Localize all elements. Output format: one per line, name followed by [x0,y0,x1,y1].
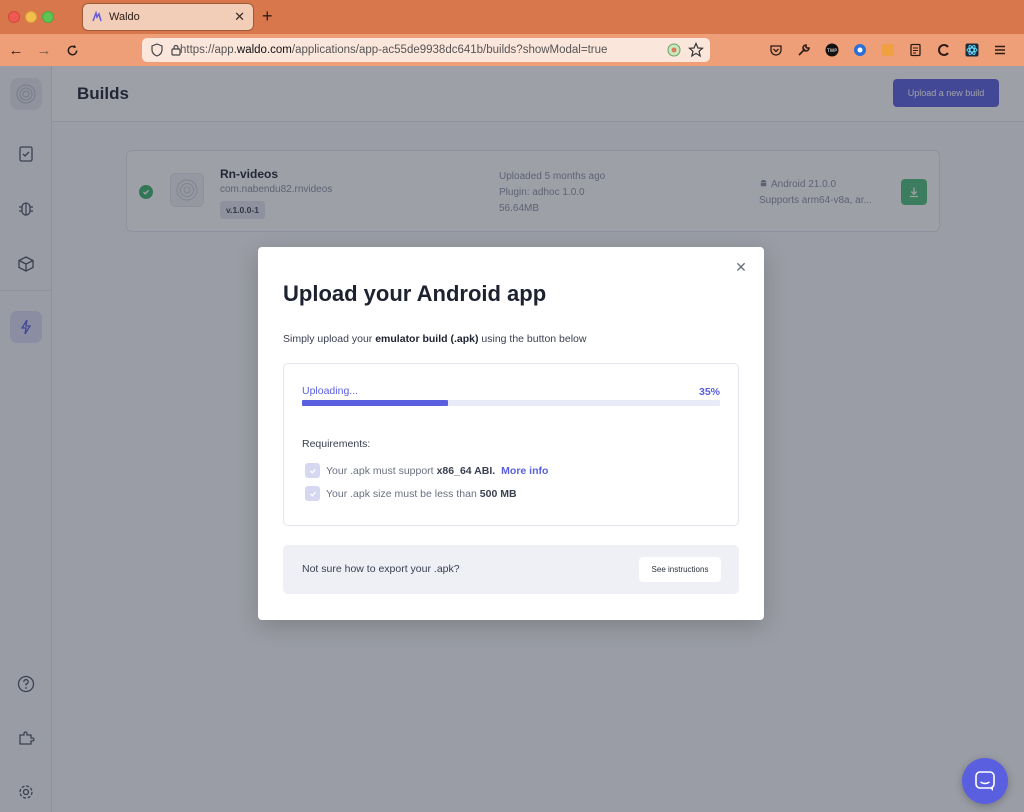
requirement-abi: Your .apk must support x86_64 ABI. More in… [305,463,548,478]
extension-twp-icon[interactable]: TWP [818,40,846,60]
maximize-window-button[interactable] [42,11,54,23]
upload-progress-fill [302,400,449,406]
tab-close-icon[interactable]: ✕ [234,9,245,25]
react-devtools-icon[interactable] [958,40,986,60]
modal-title: Upload your Android app [283,281,547,306]
checkbox-checked-icon [305,486,320,501]
pocket-icon[interactable] [762,40,790,60]
uploading-label: Uploading... [302,385,359,397]
new-tab-button[interactable]: + [262,6,273,26]
address-bar[interactable]: https://app.waldo.com/applications/app-a… [142,38,710,62]
more-info-link[interactable]: More info [501,465,548,477]
hamburger-menu-icon[interactable] [986,40,1014,60]
modal-subtitle: Simply upload your emulator build (.apk)… [283,333,587,345]
browser-tab[interactable]: Waldo ✕ [82,3,254,31]
chat-icon [975,771,995,791]
extensions-toolbar: TWP [762,40,1014,60]
extension-c-icon[interactable] [930,40,958,60]
checkbox-checked-icon [305,463,320,478]
browser-navbar: ← → https://app.waldo.com/applications/a… [0,34,1024,66]
lock-icon[interactable] [169,43,183,57]
notes-icon[interactable] [902,40,930,60]
url-text: https://app.waldo.com/applications/app-a… [180,44,608,56]
reload-icon[interactable] [62,40,82,60]
extension-square-icon[interactable] [874,40,902,60]
wrench-icon[interactable] [790,40,818,60]
forward-icon[interactable]: → [34,40,54,60]
upload-percentage: 35% [698,386,720,398]
extension-icon[interactable] [666,42,682,58]
requirements-title: Requirements: [302,438,371,450]
upload-dropzone: Uploading... 35% Requirements: Your .apk… [283,363,739,526]
tab-title: Waldo [109,11,140,23]
back-icon[interactable]: ← [6,40,26,60]
chat-support-button[interactable] [962,758,1008,804]
close-window-button[interactable] [8,11,20,23]
upload-progress-bar [302,400,720,406]
window-titlebar: Waldo ✕ + [0,0,1024,34]
see-instructions-button[interactable]: See instructions [639,557,721,582]
shield-icon[interactable] [150,43,164,57]
export-help-box: Not sure how to export your .apk? See in… [283,545,739,594]
upload-modal: ✕ Upload your Android app Simply upload … [258,247,764,620]
extension-globe-icon[interactable] [846,40,874,60]
minimize-window-button[interactable] [25,11,37,23]
requirement-size: Your .apk size must be less than 500 MB [305,486,520,501]
export-help-text: Not sure how to export your .apk? [302,563,460,575]
bookmark-star-icon[interactable] [687,42,705,58]
svg-text:TWP: TWP [826,48,837,54]
waldo-favicon-icon [91,11,103,23]
close-icon[interactable]: ✕ [734,259,748,275]
